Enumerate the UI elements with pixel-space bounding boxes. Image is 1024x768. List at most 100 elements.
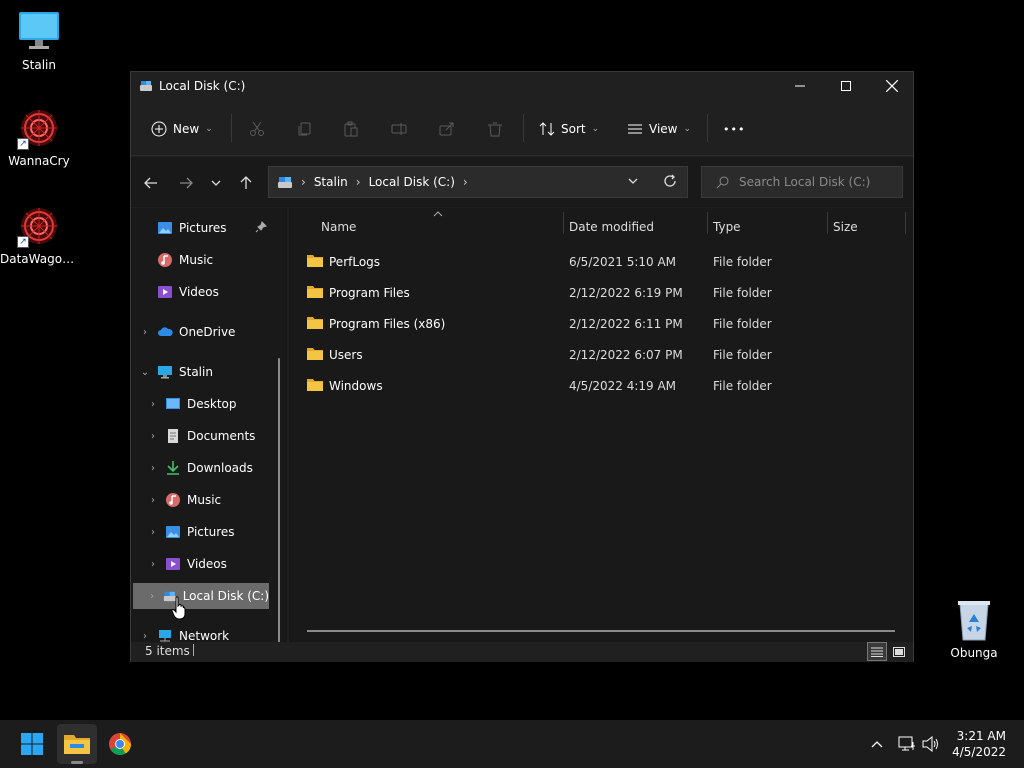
music-icon — [166, 493, 180, 507]
nav-item-videos[interactable]: › Videos — [147, 551, 227, 577]
desktop-icon-stalin[interactable]: Stalin — [0, 10, 78, 72]
title-bar[interactable]: Local Disk (C:) — [131, 72, 913, 100]
view-list-icon — [628, 124, 642, 134]
nav-item-music-quick[interactable]: Music — [157, 247, 213, 273]
chevron-right-icon[interactable]: › — [147, 399, 159, 410]
nav-item-music[interactable]: › Music — [147, 487, 221, 513]
file-type: File folder — [713, 317, 772, 331]
pin-icon[interactable] — [255, 221, 267, 233]
close-button[interactable] — [869, 72, 915, 100]
nav-item-label: Downloads — [187, 461, 253, 475]
arrow-right-icon — [180, 177, 193, 189]
column-header-type[interactable]: Type — [713, 216, 741, 238]
nav-item-label: Local Disk (C:) — [182, 589, 269, 603]
monitor-icon — [17, 10, 61, 54]
folder-icon — [307, 317, 323, 329]
copy-icon — [298, 122, 311, 136]
view-button[interactable]: View ⌄ — [627, 114, 691, 144]
nav-item-documents[interactable]: › Documents — [147, 423, 255, 449]
sort-button[interactable]: Sort ⌄ — [539, 114, 599, 144]
file-row[interactable]: Windows 4/5/2022 4:19 AM File folder — [307, 372, 907, 400]
desktop-icon-obunga[interactable]: Obunga — [935, 598, 1013, 660]
nav-item-onedrive[interactable]: › OneDrive — [139, 319, 235, 345]
desktop-icon-datawagon[interactable]: ↗ DataWagon... — [0, 204, 78, 266]
taskbar-file-explorer[interactable] — [57, 724, 97, 764]
hand-cursor-icon — [171, 596, 186, 620]
nav-item-pictures-quick[interactable]: Pictures — [157, 215, 277, 241]
maximize-button[interactable] — [823, 72, 869, 100]
back-button[interactable] — [139, 171, 163, 195]
more-options-button[interactable]: ••• — [723, 114, 745, 144]
file-row[interactable]: Program Files 2/12/2022 6:19 PM File fol… — [307, 279, 907, 307]
chevron-right-icon[interactable]: › — [147, 559, 159, 570]
file-row[interactable]: Users 2/12/2022 6:07 PM File folder — [307, 341, 907, 369]
chevron-right-icon[interactable]: › — [147, 495, 159, 506]
nav-item-local-disk[interactable]: › Local Disk (C:) — [133, 583, 269, 609]
tiles-view-button[interactable] — [889, 642, 909, 661]
breadcrumb-separator-icon: › — [355, 175, 361, 189]
file-list: Name Date modified Type Size PerfLogs 6/… — [289, 208, 913, 642]
recent-locations-button[interactable] — [204, 171, 228, 195]
navigation-scrollbar[interactable] — [278, 358, 280, 642]
clock[interactable]: 3:21 AM 4/5/2022 — [952, 728, 1006, 760]
breadcrumb-segment-local-disk[interactable]: Local Disk (C:) — [369, 175, 455, 189]
search-box[interactable] — [701, 166, 903, 198]
windows-logo-icon — [21, 733, 43, 755]
up-button[interactable] — [234, 171, 258, 195]
datawagon-icon: ↗ — [17, 204, 61, 248]
cut-button[interactable] — [249, 114, 265, 144]
column-header-size[interactable]: Size — [833, 216, 858, 238]
minimize-button[interactable] — [777, 72, 823, 100]
file-name: Users — [329, 348, 363, 362]
taskbar-chrome[interactable] — [100, 724, 140, 764]
address-history-button[interactable] — [627, 175, 639, 190]
nav-item-pictures[interactable]: › Pictures — [147, 519, 235, 545]
column-header-name[interactable]: Name — [321, 216, 356, 238]
command-bar: New ⌄ Sort ⌄ View ⌄ ••• — [131, 100, 913, 156]
folder-icon — [307, 348, 323, 360]
chevron-right-icon[interactable]: › — [147, 527, 159, 538]
chevron-right-icon[interactable]: › — [147, 591, 157, 602]
arrow-up-icon — [240, 176, 252, 189]
chevron-right-icon[interactable]: › — [147, 463, 159, 474]
chevron-right-icon[interactable]: › — [147, 431, 159, 442]
breadcrumb-segment-stalin[interactable]: Stalin — [314, 175, 348, 189]
start-button[interactable] — [12, 724, 52, 764]
paste-button[interactable] — [343, 114, 359, 144]
nav-item-this-pc[interactable]: ⌄ Stalin — [139, 359, 213, 385]
nav-item-videos-quick[interactable]: Videos — [157, 279, 219, 305]
chevron-right-icon[interactable]: › — [139, 327, 151, 338]
delete-button[interactable] — [487, 114, 503, 144]
folder-icon — [64, 735, 90, 754]
rename-button[interactable] — [391, 114, 407, 144]
nav-item-label: Pictures — [179, 221, 227, 235]
share-icon — [439, 122, 454, 136]
address-bar[interactable]: › Stalin › Local Disk (C:) › — [268, 166, 688, 198]
volume-tray-button[interactable] — [922, 735, 940, 756]
copy-button[interactable] — [297, 114, 313, 144]
refresh-button[interactable] — [663, 174, 677, 191]
nav-item-downloads[interactable]: › Downloads — [147, 455, 253, 481]
file-date: 2/12/2022 6:11 PM — [569, 317, 683, 331]
search-input[interactable] — [739, 175, 889, 189]
nav-item-desktop[interactable]: › Desktop — [147, 391, 237, 417]
new-button[interactable]: New ⌄ — [151, 114, 213, 144]
file-row[interactable]: Program Files (x86) 2/12/2022 6:11 PM Fi… — [307, 310, 907, 338]
desktop-icon-wannacry[interactable]: ↗ WannaCry — [0, 106, 78, 168]
file-date: 4/5/2022 4:19 AM — [569, 379, 677, 393]
nav-item-label: Network — [179, 629, 230, 642]
chevron-right-icon[interactable]: › — [139, 631, 151, 642]
details-view-button[interactable] — [867, 642, 887, 661]
column-header-date[interactable]: Date modified — [569, 216, 654, 238]
network-tray-button[interactable] — [898, 736, 916, 756]
chevron-down-icon[interactable]: ⌄ — [139, 367, 151, 378]
horizontal-scrollbar[interactable] — [307, 630, 895, 632]
file-row[interactable]: PerfLogs 6/5/2021 5:10 AM File folder — [307, 248, 907, 276]
nav-item-label: OneDrive — [179, 325, 236, 339]
forward-button[interactable] — [174, 171, 198, 195]
show-hidden-icons-button[interactable] — [870, 736, 884, 755]
desktop-icon-label: WannaCry — [8, 154, 70, 168]
nav-item-network[interactable]: › Network — [139, 623, 229, 642]
nav-item-label: Music — [179, 253, 214, 267]
share-button[interactable] — [439, 114, 455, 144]
